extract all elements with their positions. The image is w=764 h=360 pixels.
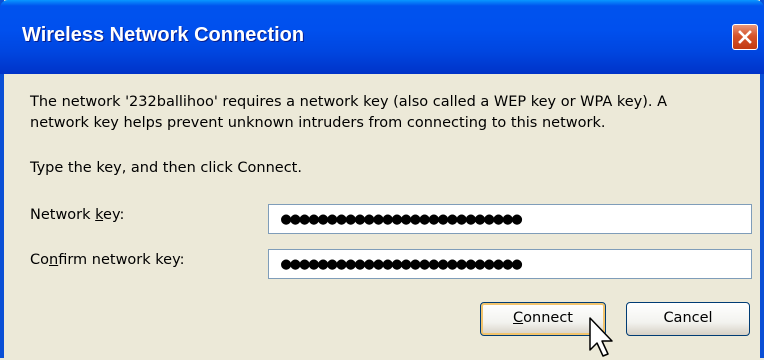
connect-accelerator: C [513, 310, 524, 326]
close-button[interactable] [732, 24, 758, 50]
instruction-text: Type the key, and then click Connect. [30, 160, 302, 176]
cancel-button[interactable]: Cancel [626, 302, 750, 336]
network-key-accelerator: k [95, 207, 104, 223]
network-key-label: Network key: [30, 207, 124, 223]
network-key-label-part: Network [30, 207, 96, 223]
window-title: Wireless Network Connection [22, 24, 305, 46]
connect-label: onnect [523, 310, 573, 326]
confirm-key-label: Confirm network key: [30, 252, 184, 268]
title-bar[interactable]: Wireless Network Connection [0, 0, 764, 74]
message-line-1: The network '232ballihoo' requires a net… [30, 94, 668, 110]
confirm-key-label-part: Co [30, 252, 49, 268]
network-key-input[interactable]: ●●●●●●●●●●●●●●●●●●●●●●●●●● [268, 204, 752, 234]
network-key-label-part: ey: [103, 207, 125, 223]
mouse-pointer-icon [589, 317, 613, 357]
confirm-network-key-input[interactable]: ●●●●●●●●●●●●●●●●●●●●●●●●●● [268, 249, 752, 279]
confirm-key-label-part: firm network key: [58, 252, 185, 268]
confirm-key-accelerator: n [49, 252, 59, 268]
close-icon [738, 30, 752, 44]
message-text: The network '232ballihoo' requires a net… [30, 92, 750, 134]
message-line-2: network key helps prevent unknown intrud… [30, 115, 606, 131]
